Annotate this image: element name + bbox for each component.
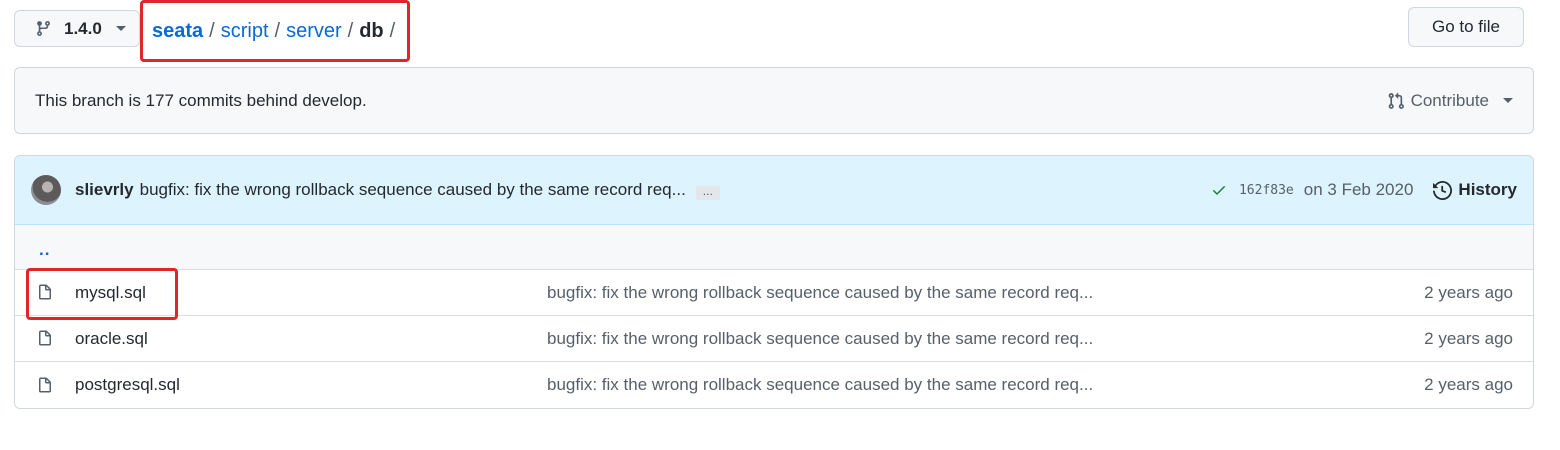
table-row[interactable]: postgresql.sql bugfix: fix the wrong rol… [15,362,1533,408]
latest-commit-bar: slievrly bugfix: fix the wrong rollback … [15,156,1533,225]
breadcrumb: seata / script / server / db / [140,0,410,62]
branch-status-message: This branch is 177 commits behind develo… [35,90,367,110]
file-age: 2 years ago [1424,282,1513,302]
commit-sha-link[interactable]: 162f83e [1239,183,1294,198]
git-branch-icon [37,21,50,36]
file-browser: slievrly bugfix: fix the wrong rollback … [14,155,1534,409]
file-age: 2 years ago [1424,375,1513,394]
branch-name: 1.4.0 [64,18,102,38]
file-name-link[interactable]: postgresql.sql [75,375,180,395]
contribute-label: Contribute [1410,90,1489,110]
table-row[interactable]: oracle.sql bugfix: fix the wrong rollbac… [15,316,1533,362]
breadcrumb-separator: / [209,19,215,42]
contribute-button[interactable]: Contribute [1387,91,1513,111]
history-button[interactable]: History [1433,180,1517,200]
commit-message[interactable]: bugfix: fix the wrong rollback sequence … [140,180,686,200]
parent-directory-link[interactable]: .. [39,240,50,260]
file-commit-link[interactable]: bugfix: fix the wrong rollback sequence … [547,329,1093,349]
breadcrumb-separator: / [389,19,396,42]
table-row[interactable]: mysql.sql bugfix: fix the wrong rollback… [15,270,1533,316]
commit-author[interactable]: slievrly [75,180,134,200]
avatar[interactable] [31,175,61,205]
branch-status-box: This branch is 177 commits behind develo… [14,67,1534,134]
commit-meta: 162f83e on 3 Feb 2020 History [1211,180,1517,200]
breadcrumb-link-script[interactable]: script [221,20,269,43]
file-commit-link[interactable]: bugfix: fix the wrong rollback sequence … [547,283,1093,303]
file-commit-link[interactable]: bugfix: fix the wrong rollback sequence … [547,375,1093,395]
go-to-file-button[interactable]: Go to file [1408,7,1524,47]
branch-selector-button[interactable]: 1.4.0 [14,10,140,47]
parent-directory-row[interactable]: .. [15,225,1533,270]
chevron-down-icon [1503,98,1513,103]
breadcrumb-link-server[interactable]: server [286,20,342,43]
chevron-down-icon [115,26,126,31]
breadcrumb-separator: / [274,19,281,42]
pull-request-icon [1388,92,1404,109]
file-name-link[interactable]: mysql.sql [75,283,146,303]
file-age: 2 years ago [1424,328,1513,348]
file-icon [39,284,51,300]
file-icon [39,377,51,392]
history-icon [1433,180,1453,200]
file-icon [39,330,51,346]
commit-date: on 3 Feb 2020 [1303,180,1414,199]
breadcrumb-separator: / [347,19,354,42]
expand-commit-button[interactable]: ... [695,185,720,200]
check-icon[interactable] [1211,182,1227,198]
breadcrumb-current: db [359,19,384,42]
breadcrumb-root-link[interactable]: seata [152,20,203,43]
history-label: History [1458,180,1517,199]
file-name-link[interactable]: oracle.sql [75,329,148,349]
